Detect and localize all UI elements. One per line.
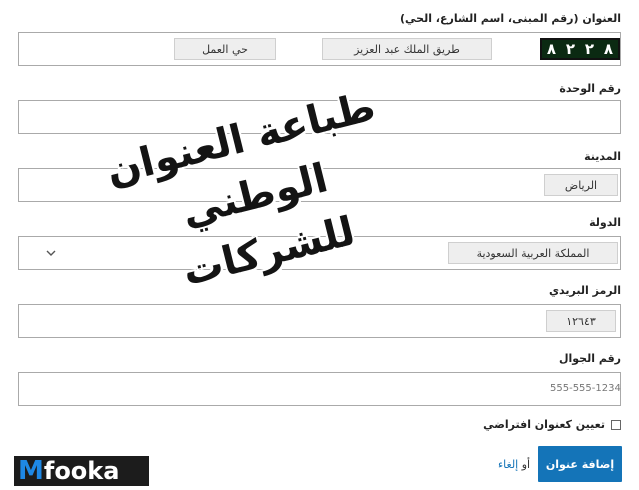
district-chip[interactable]: حي العمل <box>174 38 276 60</box>
building-number-plate[interactable]: ٨ ٢ ٢ ٨ <box>540 38 620 60</box>
mobile-placeholder: 555-555-1234 <box>550 383 621 394</box>
city-field[interactable] <box>18 168 621 202</box>
logo-text: fooka <box>43 457 120 485</box>
postal-value-chip: ١٢٦٤٣ <box>546 310 616 332</box>
or-text: أو <box>521 458 531 471</box>
default-address-checkbox[interactable] <box>611 420 621 430</box>
unit-input[interactable] <box>18 100 621 134</box>
address-field[interactable] <box>18 32 621 66</box>
street-name-chip[interactable]: طريق الملك عبد العزيز <box>322 38 492 60</box>
building-digit: ٢ <box>565 40 576 58</box>
cancel-link[interactable]: إلغاء <box>498 458 518 471</box>
chevron-down-icon[interactable] <box>44 246 58 260</box>
country-label: الدولة <box>589 216 621 229</box>
city-label: المدينة <box>584 150 621 163</box>
building-digit: ٨ <box>603 40 614 58</box>
or-cancel-text: أو إلغاء <box>498 458 530 471</box>
address-label: العنوان (رقم المبنى، اسم الشارع، الحي) <box>399 12 621 25</box>
postal-field[interactable] <box>18 304 621 338</box>
mfooka-logo: M fooka <box>14 456 149 486</box>
mobile-label: رقم الجوال <box>558 352 621 365</box>
mobile-input[interactable] <box>18 372 621 406</box>
building-digit: ٨ <box>546 40 557 58</box>
unit-label: رقم الوحدة <box>559 82 621 95</box>
default-address-label: تعيين كعنوان افتراضي <box>483 418 605 431</box>
logo-m: M <box>18 456 44 486</box>
city-value-chip: الرياض <box>544 174 618 196</box>
postal-label: الرمز البريدي <box>548 284 621 297</box>
country-value-chip: المملكة العربية السعودية <box>448 242 618 264</box>
add-address-button[interactable]: إضافة عنوان <box>538 446 622 482</box>
building-digit: ٢ <box>584 40 595 58</box>
